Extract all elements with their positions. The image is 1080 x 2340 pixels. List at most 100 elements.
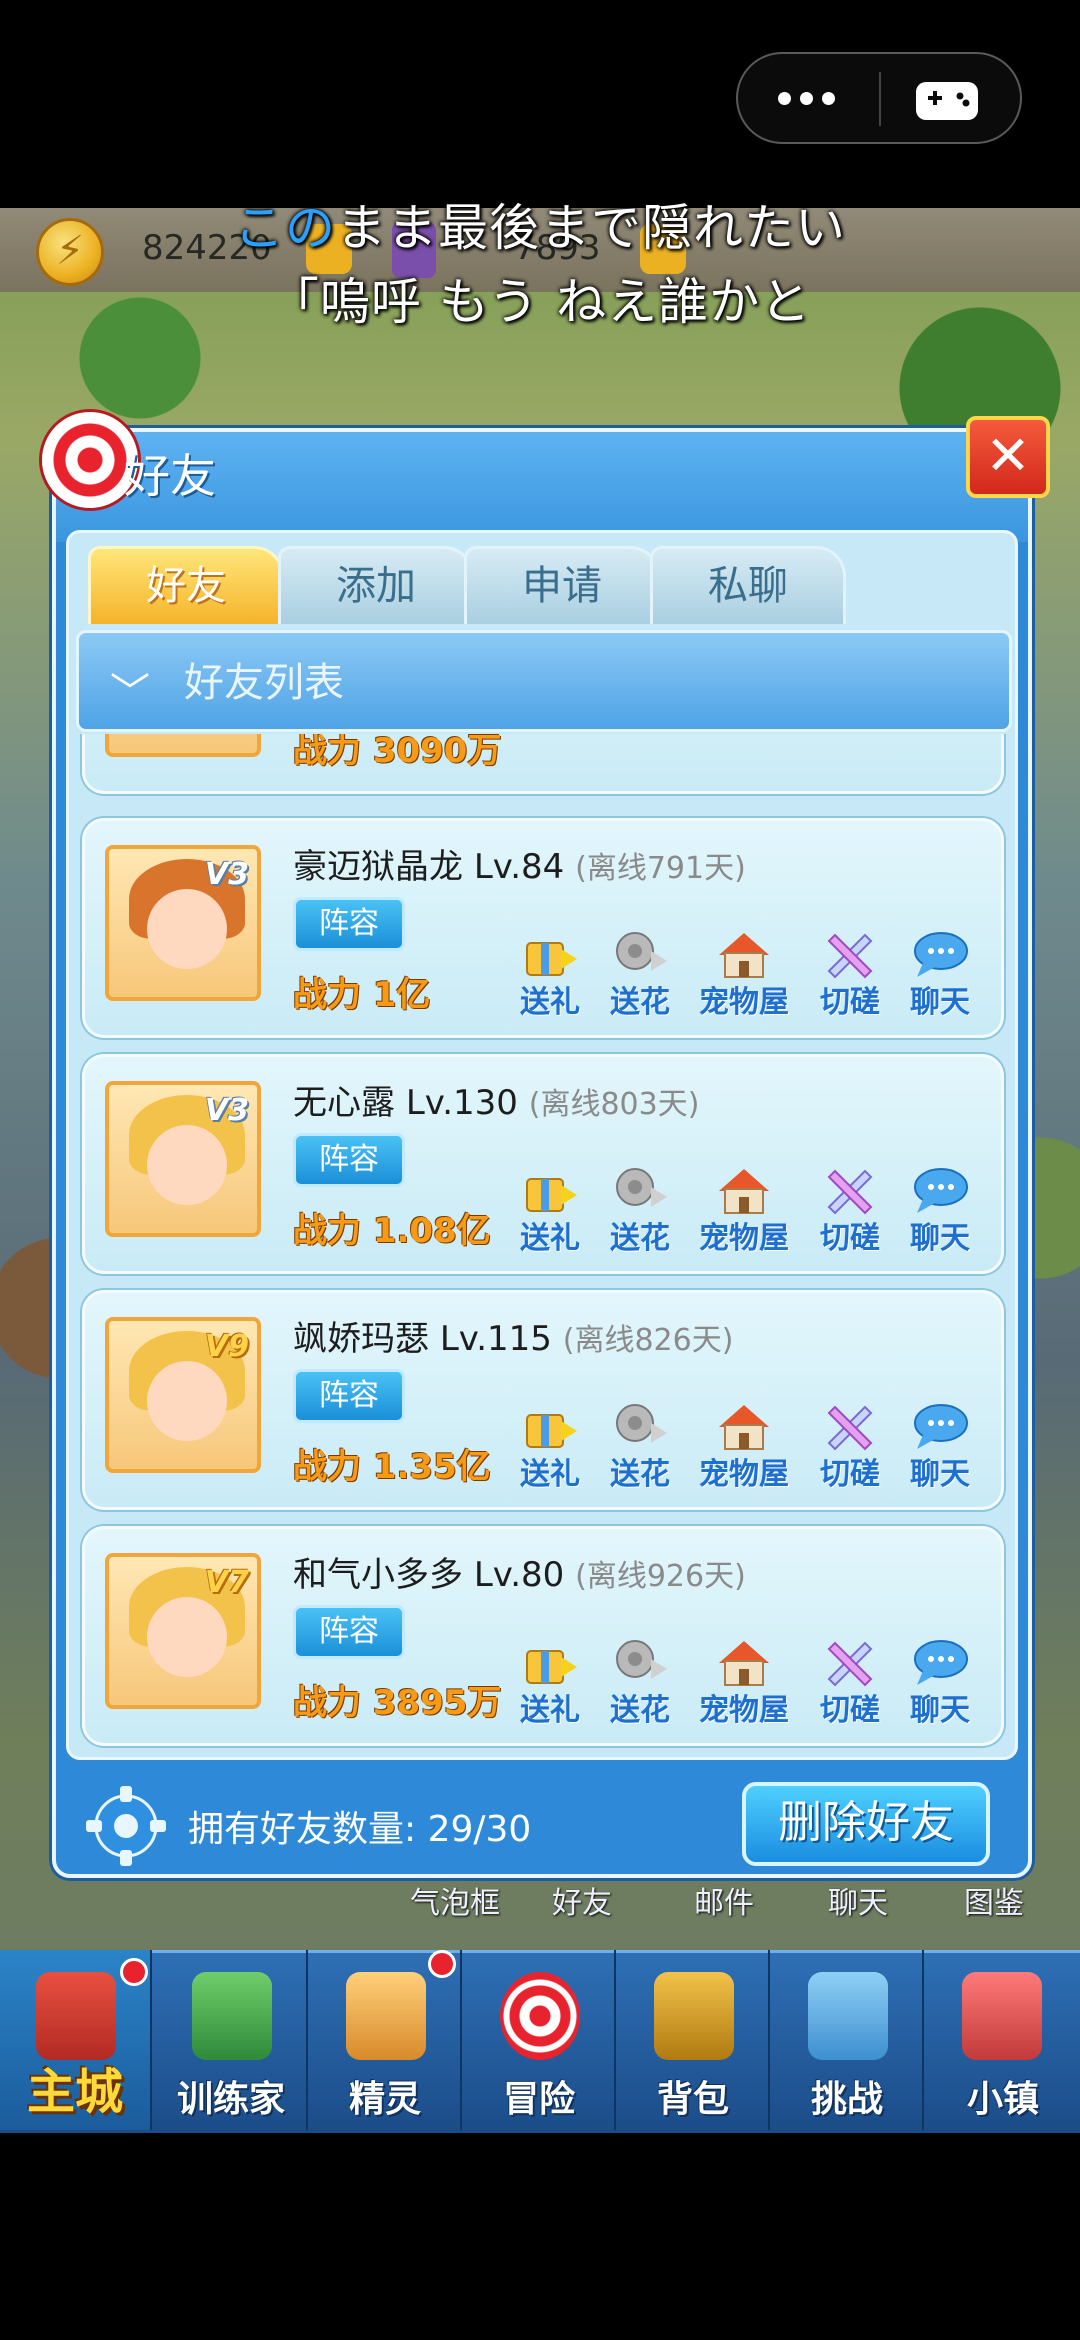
vip-badge: V7	[204, 1565, 249, 1600]
pet-house-icon	[719, 1641, 769, 1686]
chat-button[interactable]: 聊天	[895, 1637, 985, 1729]
gift-button[interactable]: 送礼	[505, 929, 595, 1021]
tab-friends[interactable]: 好友	[88, 546, 284, 624]
pet-house-button[interactable]: 宠物屋	[685, 1401, 803, 1493]
avatar[interactable]: V3	[105, 1081, 261, 1237]
backpack-icon	[654, 1972, 734, 2060]
vip-badge: V9	[204, 1329, 249, 1364]
swords-icon	[827, 1405, 873, 1451]
shortcut-label[interactable]: 气泡框	[410, 1878, 500, 1922]
friend-list-title: 好友列表	[184, 660, 344, 706]
chat-bubble-icon	[914, 932, 968, 977]
avatar[interactable]: V7	[105, 1553, 261, 1709]
chat-bubble-icon	[914, 1168, 968, 1213]
gamepad-icon[interactable]	[914, 78, 980, 122]
subtitle-line-1: このまま最後まで隠れたい	[234, 199, 846, 257]
subtitle-line-2: 「嗚呼 もう ねえ誰かと	[268, 273, 812, 331]
pet-house-icon	[719, 1169, 769, 1214]
shortcut-labels: 气泡框 好友 邮件 聊天 图鉴	[0, 1878, 1080, 1921]
vip-badge: V3	[204, 857, 249, 892]
nav-trainer[interactable]: 训练家	[156, 1950, 308, 2130]
notification-dot	[428, 1950, 456, 1978]
power-value: 战力 1.08亿	[293, 1211, 491, 1251]
lineup-button[interactable]: 阵容	[293, 897, 405, 951]
glove-icon	[192, 1972, 272, 2060]
friend-name: 飒娇玛瑟 Lv.115 (离线826天)	[293, 1319, 734, 1359]
friend-card: V7 和气小多多 Lv.80 (离线926天) 阵容 战力 3895万 送礼 送…	[82, 1526, 1004, 1746]
friend-list[interactable]: 战力 3090万 送礼 送花 宠物屋 切磋 聊天 V3 豪迈狱晶龙 Lv.84 …	[76, 734, 1012, 1754]
nav-backpack[interactable]: 背包	[618, 1950, 770, 2130]
flower-button[interactable]: 送花	[595, 1165, 685, 1257]
nav-town[interactable]: 小镇	[926, 1950, 1080, 2130]
chat-bubble-icon	[914, 1404, 968, 1449]
pet-house-button[interactable]: 宠物屋	[685, 1165, 803, 1257]
lineup-button[interactable]: 阵容	[293, 1369, 405, 1423]
avatar[interactable]: V9	[105, 1317, 261, 1473]
settings-gear-icon[interactable]	[84, 1784, 168, 1868]
swords-icon	[827, 1169, 873, 1215]
chat-bubble-icon	[914, 1640, 968, 1685]
chat-button[interactable]: 聊天	[895, 929, 985, 1021]
spar-button[interactable]: 切磋	[805, 1165, 895, 1257]
tab-requests[interactable]: 申请	[464, 546, 660, 624]
avatar[interactable]	[105, 734, 261, 757]
power-value: 战力 1亿	[293, 975, 431, 1015]
pet-house-button[interactable]: 宠物屋	[685, 1637, 803, 1729]
chat-button[interactable]: 聊天	[895, 1401, 985, 1493]
gift-icon	[526, 1178, 577, 1212]
pet-house-icon	[719, 1405, 769, 1450]
shortcut-label[interactable]: 图鉴	[964, 1878, 1024, 1922]
spar-button[interactable]: 切磋	[805, 929, 895, 1021]
flower-button[interactable]: 送花	[595, 1401, 685, 1493]
flower-icon	[616, 932, 667, 971]
tab-add[interactable]: 添加	[278, 546, 474, 624]
nav-challenge[interactable]: 挑战	[772, 1950, 924, 2130]
nav-adventure[interactable]: 冒险	[464, 1950, 616, 2130]
friend-name: 豪迈狱晶龙 Lv.84 (离线791天)	[293, 847, 746, 887]
swords-icon	[827, 933, 873, 979]
friend-card: 战力 3090万 送礼 送花 宠物屋 切磋 聊天	[82, 734, 1004, 794]
shortcut-label[interactable]: 好友	[552, 1878, 612, 1922]
chevron-down-icon: ﹀	[110, 670, 150, 716]
building-icon	[962, 1972, 1042, 2060]
tab-private-chat[interactable]: 私聊	[650, 546, 846, 624]
close-button[interactable]: ✕	[966, 416, 1050, 498]
pet-house-icon	[719, 933, 769, 978]
shortcut-label[interactable]: 邮件	[694, 1878, 754, 1922]
castle-icon	[36, 1972, 116, 2060]
notification-dot	[120, 1958, 148, 1986]
spar-button[interactable]: 切磋	[805, 1637, 895, 1729]
panel-title: 好友	[124, 449, 216, 503]
friend-name: 和气小多多 Lv.80 (离线926天)	[293, 1555, 746, 1595]
gift-button[interactable]: 送礼	[505, 1165, 595, 1257]
gift-icon	[526, 1414, 577, 1448]
lineup-button[interactable]: 阵容	[293, 1133, 405, 1187]
friend-count: 拥有好友数量: 29/30	[188, 1809, 532, 1850]
capsule-divider	[879, 72, 881, 126]
avatar[interactable]: V3	[105, 845, 261, 1001]
flower-button[interactable]: 送花	[595, 929, 685, 1021]
delete-friend-button[interactable]: 删除好友	[742, 1782, 990, 1866]
friend-name: 无心露 Lv.130 (离线803天)	[293, 1083, 700, 1123]
spar-button[interactable]: 切磋	[805, 1401, 895, 1493]
gift-icon	[526, 1650, 577, 1684]
mini-program-capsule	[736, 52, 1022, 144]
flower-button[interactable]: 送花	[595, 1637, 685, 1729]
shortcut-label[interactable]: 聊天	[828, 1878, 888, 1922]
spirit-icon	[346, 1972, 426, 2060]
pet-house-button[interactable]: 宠物屋	[685, 929, 803, 1021]
chat-button[interactable]: 聊天	[895, 1165, 985, 1257]
gift-button[interactable]: 送礼	[505, 1637, 595, 1729]
gift-icon	[526, 942, 577, 976]
lineup-button[interactable]: 阵容	[293, 1605, 405, 1659]
target-icon	[500, 1972, 580, 2060]
flower-icon	[616, 1168, 667, 1207]
gift-button[interactable]: 送礼	[505, 1401, 595, 1493]
friend-card: V3 无心露 Lv.130 (离线803天) 阵容 战力 1.08亿 送礼 送花…	[82, 1054, 1004, 1274]
swords-icon	[827, 1641, 873, 1687]
power-value: 战力 1.35亿	[293, 1447, 491, 1487]
friend-card: V3 豪迈狱晶龙 Lv.84 (离线791天) 阵容 战力 1亿 送礼 送花 宠…	[82, 818, 1004, 1038]
power-value: 战力 3090万	[293, 734, 502, 771]
more-icon[interactable]	[778, 84, 840, 114]
map-pin-icon	[808, 1972, 888, 2060]
